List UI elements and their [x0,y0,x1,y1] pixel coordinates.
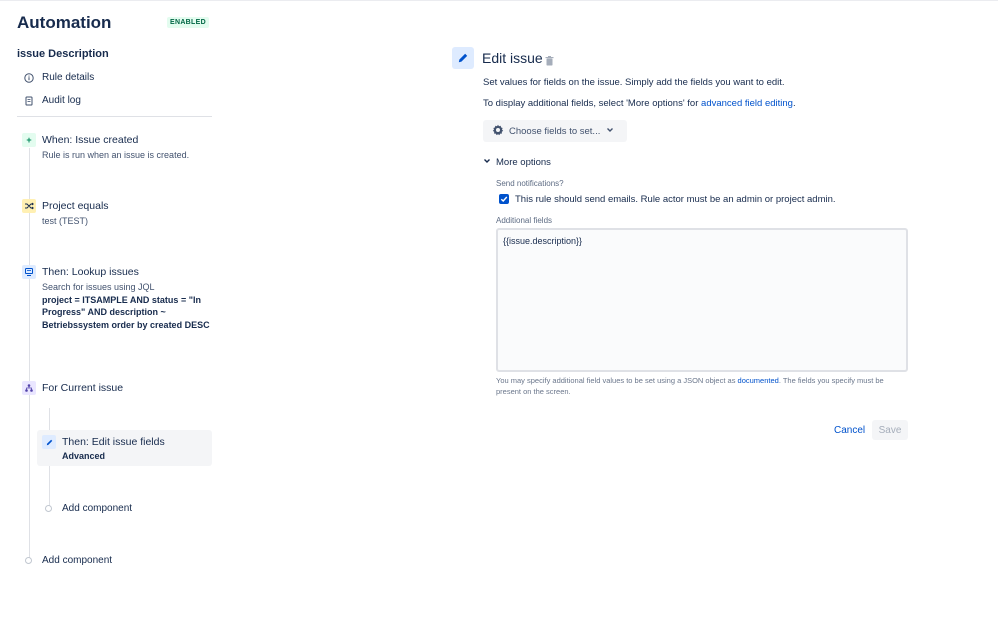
add-component-label: Add component [42,555,113,566]
more-options-label: More options [496,157,551,168]
step-branch[interactable]: For Current issue [22,381,212,399]
step-edit-issue-selected[interactable]: Then: Edit issue fields Advanced [37,430,212,466]
document-icon [24,96,34,106]
chevron-down-icon [606,126,614,137]
step-trigger[interactable]: + When: Issue created Rule is run when a… [22,133,212,165]
help-prefix: You may specify additional field values … [496,376,738,385]
edit-issue-icon [452,47,474,69]
shuffle-icon [22,199,36,213]
add-component-label: Add component [62,503,133,514]
advanced-field-editing-link[interactable]: advanced field editing [701,98,793,109]
step-condition[interactable]: Project equals test (TEST) [22,199,212,231]
nav-audit-log[interactable]: Audit log [24,95,81,106]
add-component-dot [25,557,32,564]
trash-icon[interactable] [545,53,554,71]
step-subtitle-text: Search for issues using JQL [42,282,155,292]
add-component-outer-button[interactable]: Add component [25,555,112,566]
chevron-down-icon [483,157,491,168]
documented-link[interactable]: documented [738,376,779,385]
step-subtitle: test (TEST) [42,216,89,226]
info-icon [24,72,34,83]
panel-description-more: To display additional fields, select 'Mo… [483,98,796,109]
send-notifications-text: This rule should send emails. Rule actor… [515,194,836,205]
step-title: For Current issue [42,382,124,394]
step-title: Then: Edit issue fields [62,436,165,448]
jql-query: project = ITSAMPLE AND status = "In Prog… [42,294,210,330]
cancel-button[interactable]: Cancel [829,420,870,440]
panel-description: Set values for fields on the issue. Simp… [483,77,785,88]
desc-prefix: To display additional fields, select 'Mo… [483,98,702,109]
send-notifications-label: Send notifications? [496,179,564,188]
nav-rule-details[interactable]: Rule details [24,72,94,83]
choose-fields-button[interactable]: Choose fields to set... [483,120,627,142]
step-subtitle: Advanced [62,451,106,461]
gear-icon [492,124,504,139]
app-title: Automation [17,13,112,32]
rule-name: issue Description [17,48,109,60]
desc-suffix: . [792,98,796,109]
pencil-icon [42,435,56,449]
nav-audit-log-label: Audit log [42,95,81,106]
more-options-toggle[interactable]: More options [483,157,551,168]
save-button: Save [872,420,908,440]
step-title: When: Issue created [42,134,139,146]
step-lookup[interactable]: Then: Lookup issues Search for issues us… [22,265,212,345]
step-subtitle: Rule is run when an issue is created. [42,150,190,160]
top-divider [0,0,998,1]
status-badge: ENABLED [167,17,209,28]
add-component-inner-button[interactable]: Add component [45,503,132,514]
step-title: Project equals [42,200,109,212]
nav-rule-details-label: Rule details [42,72,95,83]
branch-icon [22,381,36,395]
send-notifications-checkbox[interactable] [499,194,509,204]
additional-fields-textarea[interactable]: {{issue.description}} [496,228,908,372]
step-title: Then: Lookup issues [42,266,139,278]
step-subtitle: Search for issues using JQL project = IT… [42,281,214,331]
plus-icon: + [22,133,36,147]
panel-title: Edit issue [482,50,543,66]
sidebar-divider [17,116,212,117]
choose-fields-label: Choose fields to set... [509,125,601,137]
additional-fields-help: You may specify additional field values … [496,376,910,397]
additional-fields-label: Additional fields [496,216,553,225]
lookup-icon [22,265,36,279]
check-icon [500,196,508,203]
add-component-dot [45,505,52,512]
